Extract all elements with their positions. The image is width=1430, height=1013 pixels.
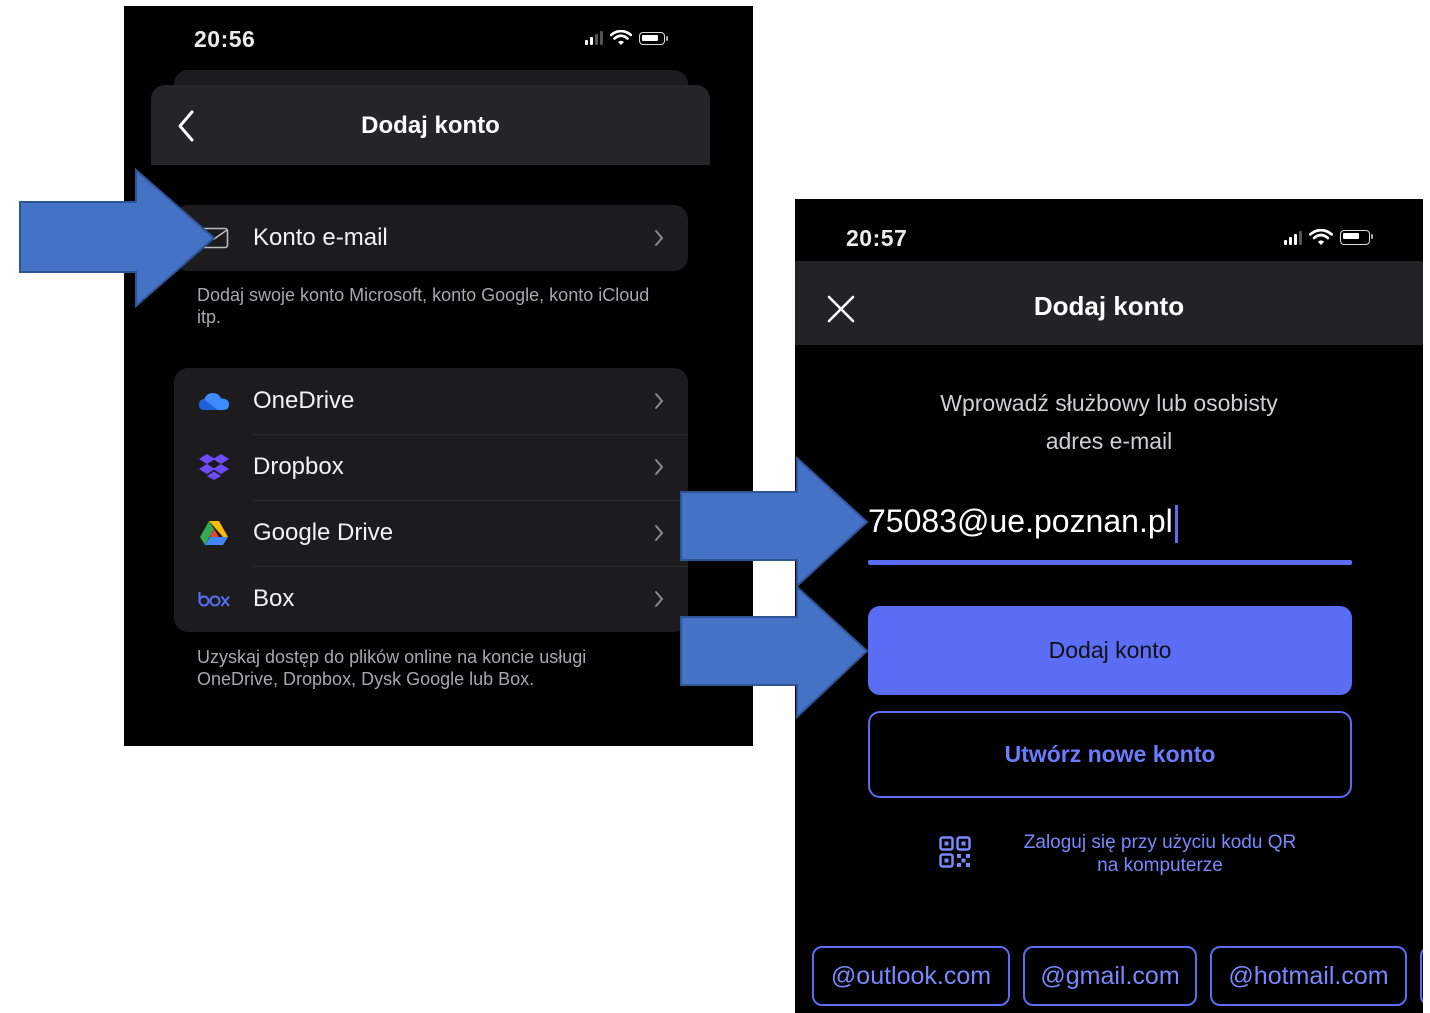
status-icons bbox=[585, 30, 668, 46]
domain-chip-outlook[interactable]: @outlook.com bbox=[812, 946, 1010, 1006]
list-item-box[interactable]: Box bbox=[174, 566, 688, 632]
domain-chip-label: @hotmail.com bbox=[1228, 961, 1389, 990]
email-input-value: 75083@ue.poznan.pl bbox=[868, 503, 1173, 539]
box-icon bbox=[198, 583, 230, 615]
wifi-icon bbox=[610, 30, 632, 45]
create-account-button-label: Utwórz nowe konto bbox=[1004, 741, 1216, 767]
email-account-group: Konto e-mail bbox=[174, 205, 688, 271]
storage-section-footer: Uzyskaj dostęp do plików online na konci… bbox=[197, 647, 587, 689]
storage-accounts-group: OneDrive Dropbox Google Drive Box bbox=[174, 368, 688, 632]
domain-chip-gmail[interactable]: @gmail.com bbox=[1023, 946, 1197, 1006]
left-phone-screen: 20:56 Dodaj konto Konto e-mail Dodaj swo… bbox=[124, 6, 753, 746]
page-title: Dodaj konto bbox=[1033, 291, 1185, 321]
status-icons bbox=[1284, 229, 1373, 246]
email-prompt-line-2: adres e-mail bbox=[1045, 428, 1173, 454]
domain-chip-label: @gmail.com bbox=[1040, 961, 1180, 990]
chevron-right-icon bbox=[655, 591, 664, 607]
annotation-arrow-add-button bbox=[680, 585, 869, 719]
qr-login-text: Zaloguj się przy użyciu kodu QR na kompu… bbox=[985, 831, 1335, 877]
email-prompt-line-1: Wprowadź służbowy lub osobisty bbox=[940, 390, 1278, 416]
annotation-arrow-email-input bbox=[680, 456, 869, 588]
create-account-button[interactable]: Utwórz nowe konto bbox=[868, 711, 1352, 798]
add-account-button-label: Dodaj konto bbox=[1048, 637, 1172, 663]
list-item-dropbox[interactable]: Dropbox bbox=[174, 434, 688, 500]
list-item-label: Konto e-mail bbox=[253, 224, 388, 251]
list-item-label: Box bbox=[253, 585, 295, 612]
text-caret bbox=[1174, 504, 1178, 543]
chevron-right-icon bbox=[655, 525, 664, 541]
list-item-label: Dropbox bbox=[253, 453, 344, 480]
email-section-footer: Dodaj swoje konto Microsoft, konto Googl… bbox=[197, 285, 650, 327]
qr-login-line-2: na komputerze bbox=[1097, 855, 1223, 876]
onedrive-icon bbox=[198, 385, 230, 417]
sheet-header: Dodaj konto bbox=[151, 85, 710, 165]
dropbox-icon bbox=[198, 451, 230, 483]
list-item-onedrive[interactable]: OneDrive bbox=[174, 368, 688, 434]
signal-icon bbox=[585, 31, 603, 45]
google-drive-icon bbox=[198, 517, 230, 549]
sheet-header: Dodaj konto bbox=[795, 261, 1423, 345]
chevron-right-icon bbox=[655, 230, 664, 246]
email-input-underline bbox=[868, 560, 1352, 565]
back-chevron-icon[interactable] bbox=[172, 106, 202, 146]
list-item-google-drive[interactable]: Google Drive bbox=[174, 500, 688, 566]
status-time: 20:57 bbox=[846, 225, 908, 251]
list-item-email-account[interactable]: Konto e-mail bbox=[174, 205, 688, 271]
qr-login-line-1: Zaloguj się przy użyciu kodu QR bbox=[1023, 832, 1297, 853]
close-icon[interactable] bbox=[825, 293, 857, 325]
signal-icon bbox=[1284, 230, 1302, 245]
domain-chip-label: @outlook.com bbox=[830, 961, 992, 990]
qr-code-icon bbox=[939, 836, 971, 868]
list-item-label: Google Drive bbox=[253, 519, 394, 546]
domain-chip-next[interactable] bbox=[1420, 946, 1423, 1006]
annotation-arrow-email-account bbox=[19, 168, 216, 308]
chevron-right-icon bbox=[655, 459, 664, 475]
add-account-button[interactable]: Dodaj konto bbox=[868, 606, 1352, 695]
right-phone-screen: 20:57 Dodaj konto Wprowadź służbowy lub … bbox=[795, 199, 1423, 1013]
battery-icon bbox=[1340, 230, 1373, 245]
wifi-icon bbox=[1309, 229, 1333, 245]
list-item-label: OneDrive bbox=[253, 387, 355, 414]
battery-icon bbox=[639, 31, 668, 45]
domain-chip-hotmail[interactable]: @hotmail.com bbox=[1210, 946, 1407, 1006]
page-title: Dodaj konto bbox=[361, 112, 500, 139]
qr-login-link[interactable]: Zaloguj się przy użyciu kodu QR na kompu… bbox=[935, 828, 1335, 884]
email-input[interactable]: 75083@ue.poznan.pl bbox=[868, 503, 1352, 551]
status-time: 20:56 bbox=[194, 26, 256, 52]
chevron-right-icon bbox=[655, 393, 664, 409]
